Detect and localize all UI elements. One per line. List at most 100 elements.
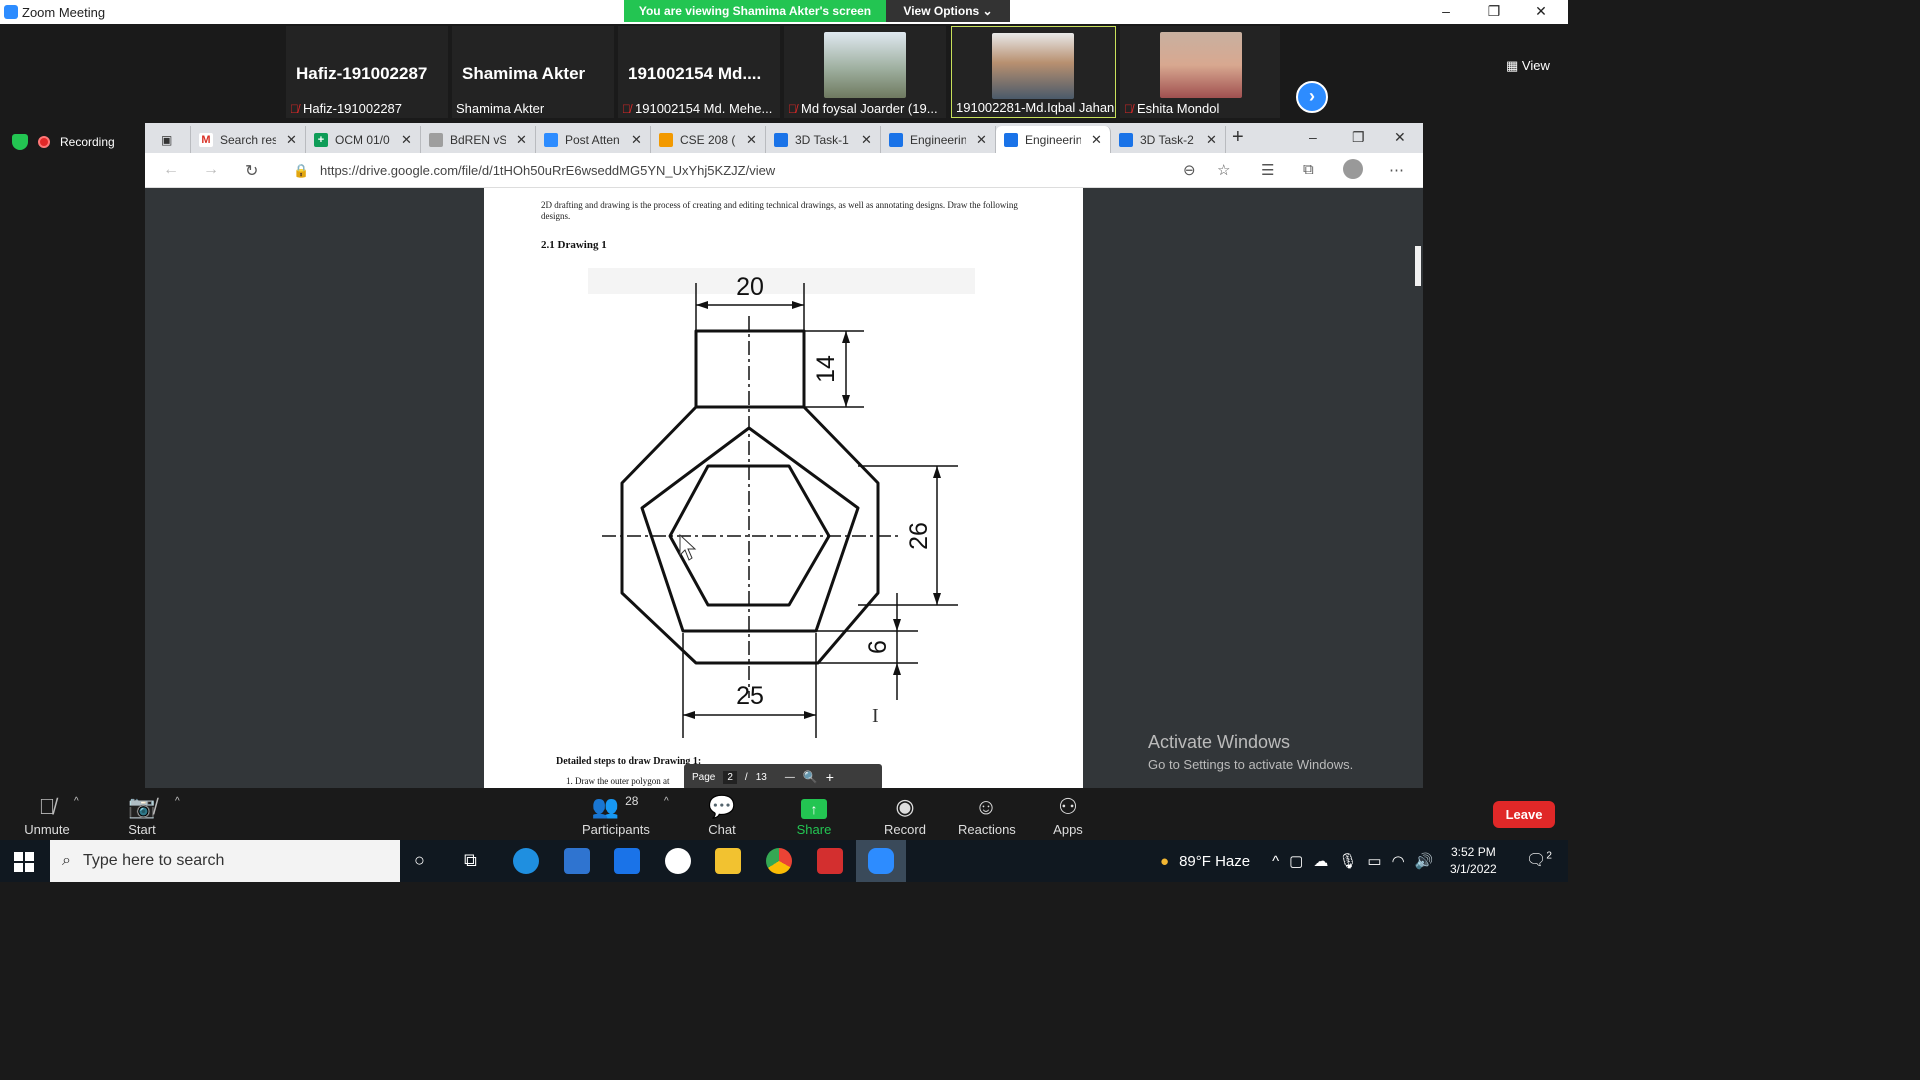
leave-button[interactable]: Leave (1493, 801, 1555, 828)
new-tab-icon[interactable]: + (1232, 126, 1244, 149)
participant-label-text: 191002154 Md. Mehe... (635, 101, 773, 116)
wifi-icon[interactable]: ◠ (1392, 852, 1405, 870)
tab-close-icon[interactable]: ✕ (516, 132, 527, 148)
tab-close-icon[interactable]: ✕ (976, 132, 987, 148)
participant-tile[interactable]: 🎙̸ Md foysal Joarder (19... (784, 26, 946, 118)
next-participants-icon[interactable]: › (1296, 81, 1328, 113)
browser-tab[interactable]: 3D Task-2 ✕ (1111, 126, 1226, 153)
watermark-title: Activate Windows (1148, 732, 1291, 752)
browser-tab[interactable]: Engineerin ✕ (881, 126, 996, 153)
close-icon[interactable]: ✕ (1531, 3, 1551, 20)
recording-dot-icon (38, 136, 50, 148)
zoom-out-icon[interactable]: ⊖ (1183, 161, 1196, 179)
profile-avatar-icon[interactable] (1343, 159, 1363, 179)
store-icon[interactable] (564, 848, 590, 874)
tab-favicon-icon (774, 132, 788, 147)
zoom-in-button[interactable]: + (826, 769, 834, 785)
video-options-chevron-icon[interactable]: ^ (175, 796, 180, 807)
tab-close-icon[interactable]: ✕ (746, 132, 757, 148)
security-shield-icon (12, 134, 28, 150)
browser-close-icon[interactable]: ✕ (1394, 129, 1406, 146)
participant-label: 🎙̸ 191002154 Md. Mehe... (622, 101, 772, 116)
arrowhead (683, 711, 695, 719)
collections-icon[interactable]: ⧉ (1303, 161, 1314, 178)
view-options-button[interactable]: View Options ⌄ (886, 0, 1010, 22)
mail-icon[interactable] (614, 848, 640, 874)
tab-close-icon[interactable]: ✕ (1206, 132, 1217, 148)
participants-button[interactable]: 👥 28 Participants (582, 794, 650, 837)
cortana-icon[interactable]: ○ (414, 850, 425, 871)
volume-icon[interactable]: 🔊 (1415, 852, 1434, 870)
minimize-icon[interactable]: – (1436, 3, 1456, 19)
participant-tile[interactable]: 191002154 Md.... 🎙̸ 191002154 Md. Mehe..… (618, 26, 780, 118)
record-label: Record (884, 822, 926, 837)
browser-address-bar: ← → ↻ 🔒 https://drive.google.com/file/d/… (145, 153, 1423, 188)
restore-icon[interactable]: ❐ (1484, 3, 1504, 20)
scrollbar-thumb[interactable] (1415, 246, 1421, 286)
lock-icon: 🔒 (293, 163, 310, 178)
participant-video (992, 33, 1074, 99)
zoom-out-button[interactable]: — (785, 772, 795, 783)
browser-tab[interactable]: CSE 208 (S ✕ (651, 126, 766, 153)
microphone-icon[interactable]: 🎙 (1338, 852, 1357, 870)
participants-icon: 👥 28 (591, 794, 639, 819)
magnify-icon[interactable]: 🔍 (803, 770, 818, 784)
file-explorer-icon[interactable] (715, 848, 741, 874)
word-app-icon[interactable] (665, 848, 691, 874)
browser-restore-icon[interactable]: ❐ (1352, 129, 1365, 146)
browser-tab[interactable]: BdREN vSe ✕ (421, 126, 536, 153)
mic-muted-icon: 🎙̸ (788, 101, 797, 116)
participant-tile[interactable]: 🎙̸ Eshita Mondol (1120, 26, 1280, 118)
more-options-icon[interactable]: ⋯ (1389, 161, 1404, 179)
windows-start-icon[interactable] (14, 852, 34, 872)
browser-tab[interactable]: M Search res ✕ (191, 126, 306, 153)
show-hidden-icons-icon[interactable]: ^ (1272, 853, 1279, 870)
taskbar-search-box[interactable]: ⌕ Type here to search (50, 840, 400, 882)
search-placeholder: Type here to search (82, 852, 225, 869)
apps-label: Apps (1053, 822, 1083, 837)
participant-tile[interactable]: Hafiz-191002287 🎙̸ Hafiz-191002287 (286, 26, 448, 118)
chrome-icon[interactable] (766, 848, 792, 874)
forward-icon[interactable]: → (203, 161, 219, 179)
favorites-icon[interactable]: ☰ (1261, 161, 1274, 179)
chat-button[interactable]: 💬 Chat (706, 794, 738, 837)
participants-label: Participants (582, 822, 650, 837)
back-icon[interactable]: ← (163, 161, 179, 179)
tab-close-icon[interactable]: ✕ (631, 132, 642, 148)
unmute-button[interactable]: 🎙̸ Unmute (24, 794, 70, 837)
browser-tab[interactable]: + OCM 01/0 ✕ (306, 126, 421, 153)
audio-options-chevron-icon[interactable]: ^ (74, 796, 79, 807)
page-label: Page (692, 771, 716, 783)
battery-icon[interactable]: ▭ (1367, 852, 1381, 870)
tab-actions-icon[interactable]: ▣ (153, 126, 191, 153)
reload-icon[interactable]: ↻ (245, 161, 258, 181)
meet-now-icon[interactable]: ▢ (1289, 852, 1303, 870)
participants-chevron-icon[interactable]: ^ (664, 796, 669, 807)
browser-tab[interactable]: Post Atten ✕ (536, 126, 651, 153)
onedrive-icon[interactable]: ☁ (1313, 852, 1328, 870)
participant-tile-active-speaker[interactable]: 191002281-Md.Iqbal Jahan (951, 26, 1116, 118)
browser-minimize-icon[interactable]: – (1309, 129, 1317, 145)
acrobat-icon[interactable] (817, 848, 843, 874)
tab-close-icon[interactable]: ✕ (401, 132, 412, 148)
browser-tab[interactable]: Engineerin ✕ (996, 126, 1111, 153)
tab-close-icon[interactable]: ✕ (1091, 132, 1102, 148)
apps-button[interactable]: ⚇ Apps (1052, 794, 1084, 837)
dim-label-25: 25 (736, 682, 764, 710)
participant-tile[interactable]: Shamima Akter Shamima Akter (452, 26, 614, 118)
record-button[interactable]: ◉ Record (884, 794, 926, 837)
taskbar-clock[interactable]: 3:52 PM 3/1/2022 (1450, 844, 1497, 878)
edge-icon[interactable] (513, 848, 539, 874)
task-view-icon[interactable]: ⧉ (464, 850, 477, 871)
share-screen-icon: ↑ (776, 794, 852, 820)
url-field[interactable]: https://drive.google.com/file/d/1tHOh50u… (320, 163, 775, 178)
notification-center-icon[interactable]: 🗨2 (1526, 850, 1552, 870)
weather-text[interactable]: 89°F Haze (1179, 853, 1250, 870)
tab-close-icon[interactable]: ✕ (286, 132, 297, 148)
reactions-button[interactable]: ☺ Reactions (958, 794, 1016, 837)
browser-tab[interactable]: 3D Task-1 ✕ (766, 126, 881, 153)
tab-close-icon[interactable]: ✕ (861, 132, 872, 148)
add-favorite-icon[interactable]: ☆ (1217, 161, 1230, 179)
view-layout-button[interactable]: ▦ View (1506, 58, 1550, 74)
page-number-input[interactable]: 2 (723, 770, 737, 784)
